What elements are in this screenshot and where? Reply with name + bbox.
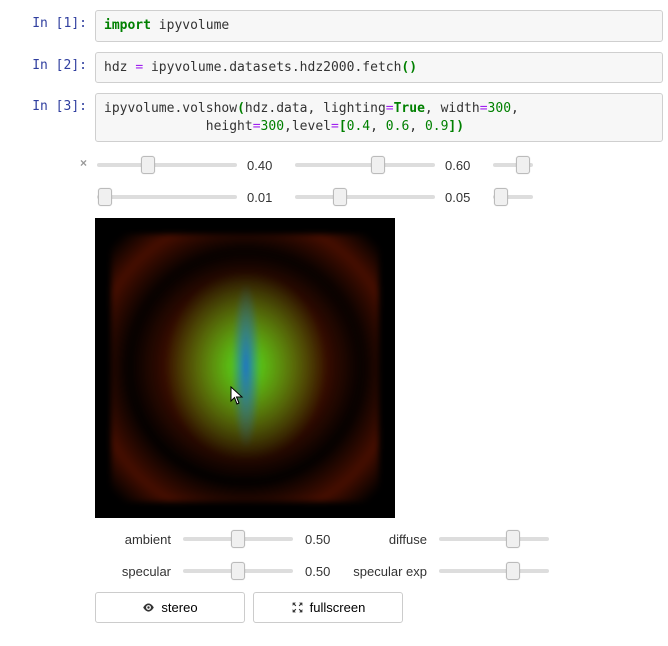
opacity-value-1: 0.01 [247,190,283,205]
specular-exp-slider[interactable] [439,568,549,574]
widget-output: 0.40 0.60 0.01 0.05 [95,152,663,623]
code-cell-2: In [2]: hdz = ipyvolume.datasets.hdz2000… [5,52,663,84]
code-text: , width [425,101,480,116]
code-cell-3: In [3]: ipyvolume.volshow(hdz.data, ligh… [5,93,663,142]
syntax-keyword: import [104,18,151,33]
code-cell-1: In [1]: import ipyvolume [5,10,663,42]
level-slider-row-1: 0.40 0.60 [95,152,663,178]
code-text: ipyvolume.volshow [104,101,237,116]
syntax-number: 300 [261,119,284,134]
specular-exp-label: specular exp [351,564,427,579]
code-text: ipyvolume [151,18,229,33]
render-volume [119,240,373,492]
code-input-3[interactable]: ipyvolume.volshow(hdz.data, lighting=Tru… [95,93,663,142]
fullscreen-button-label: fullscreen [310,600,366,615]
syntax-number: 0.9 [425,119,448,134]
button-row: stereo fullscreen [95,592,663,623]
syntax-operator: = [386,101,394,116]
syntax-operator: = [480,101,488,116]
opacity-slider-2[interactable] [295,194,435,200]
level-value-1: 0.40 [247,158,283,173]
code-text: , [370,119,386,134]
diffuse-label: diffuse [351,532,427,547]
code-text: ipyvolume.datasets.hdz2000.fetch [143,60,401,75]
diffuse-slider[interactable] [439,536,549,542]
opacity-value-2: 0.05 [445,190,481,205]
code-text: hdz [104,60,135,75]
syntax-bracket: [ [339,119,347,134]
code-text: hdz.data, lighting [245,101,386,116]
syntax-number: 0.6 [386,119,409,134]
lighting-row-1: ambient 0.50 diffuse [95,526,663,552]
code-text: ,level [284,119,331,134]
ambient-value: 0.50 [305,532,341,547]
opacity-slider-3[interactable] [493,194,533,200]
code-text: , [409,119,425,134]
opacity-slider-1[interactable] [97,194,237,200]
prompt-in-3: In [3]: [5,93,95,114]
syntax-operator: = [253,119,261,134]
specular-label: specular [95,564,171,579]
syntax-paren: ) [456,119,464,134]
code-input-1[interactable]: import ipyvolume [95,10,663,42]
eye-icon [142,601,155,614]
volume-render-viewport[interactable] [95,218,395,518]
specular-value: 0.50 [305,564,341,579]
stereo-button-label: stereo [161,600,197,615]
syntax-paren: ( [237,101,245,116]
syntax-operator: = [331,119,339,134]
fullscreen-icon [291,601,304,614]
syntax-number: 0.4 [347,119,370,134]
opacity-slider-row: 0.01 0.05 [95,184,663,210]
output-area: × 0.40 0.60 0.01 0.05 [5,152,663,623]
prompt-in-2: In [2]: [5,52,95,73]
syntax-number: 300 [488,101,511,116]
level-slider-3[interactable] [493,162,533,168]
prompt-in-1: In [1]: [5,10,95,31]
level-slider-2[interactable] [295,162,435,168]
syntax-operator: = [135,60,143,75]
level-slider-1[interactable] [97,162,237,168]
close-output-button[interactable]: × [5,152,95,170]
code-input-2[interactable]: hdz = ipyvolume.datasets.hdz2000.fetch() [95,52,663,84]
syntax-keyword: True [394,101,425,116]
fullscreen-button[interactable]: fullscreen [253,592,403,623]
ambient-slider[interactable] [183,536,293,542]
lighting-row-2: specular 0.50 specular exp [95,558,663,584]
level-value-2: 0.60 [445,158,481,173]
stereo-button[interactable]: stereo [95,592,245,623]
specular-slider[interactable] [183,568,293,574]
syntax-paren: () [401,60,417,75]
ambient-label: ambient [95,532,171,547]
